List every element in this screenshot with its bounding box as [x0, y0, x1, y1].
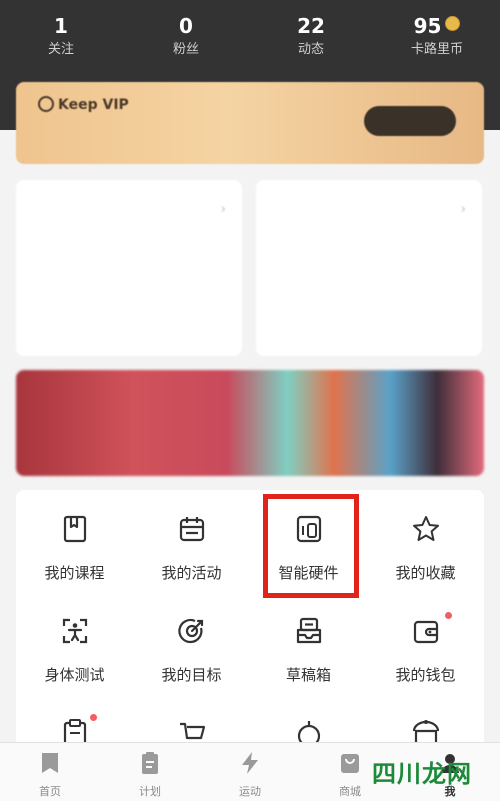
stat-value: 0	[179, 14, 193, 38]
shop-bag-icon	[341, 754, 359, 773]
coin-icon	[445, 16, 461, 31]
card-value	[34, 276, 38, 300]
notification-dot	[445, 612, 452, 619]
watermark-text: 四川龙网	[372, 759, 472, 788]
grid-item-my-courses[interactable]: 我的课程	[16, 490, 133, 590]
stat-value-text: 95	[413, 14, 442, 38]
tab-plan[interactable]: 计划	[100, 751, 200, 799]
grid-item-label: 草稿箱	[285, 666, 331, 684]
stat-value: 22	[297, 14, 325, 38]
course-book-icon	[63, 515, 87, 543]
grid-item-wallet[interactable]: 我的钱包	[367, 592, 484, 692]
wallet-icon	[413, 620, 439, 644]
grid-item-label: 身体测试	[44, 666, 105, 684]
tab-home[interactable]: 首页	[0, 751, 100, 799]
tab-label: 首页	[39, 785, 61, 798]
tab-label: 计划	[139, 785, 161, 798]
grid-item-label: 我的目标	[161, 666, 222, 684]
vip-open-button[interactable]	[364, 106, 456, 136]
tab-sports[interactable]: 运动	[200, 751, 300, 799]
body-test-icon	[62, 618, 88, 644]
data-card-right[interactable]: ›	[256, 180, 482, 356]
promo-banner[interactable]	[16, 370, 484, 476]
data-card-left[interactable]: ›	[16, 180, 242, 356]
grid-item-my-activities[interactable]: 我的活动	[133, 490, 250, 590]
grid-item-favorites[interactable]: 我的收藏	[367, 490, 484, 590]
highlight-box	[263, 494, 359, 598]
stat-label: 动态	[297, 42, 324, 57]
grid-item-label: 我的钱包	[395, 666, 456, 684]
membership-banner[interactable]: Keep VIP	[16, 82, 484, 164]
stat-label: 卡路里币	[410, 42, 463, 57]
feature-grid: 我的课程 我的活动 智能硬件 我的收藏 身体测试 我的目标 草稿箱 我的钱包	[16, 490, 484, 750]
stat-followers[interactable]: 0 粉丝	[131, 12, 241, 60]
chevron-right-icon: ›	[220, 202, 226, 217]
plan-clipboard-icon	[142, 752, 158, 774]
drafts-inbox-icon	[296, 617, 322, 644]
card-value	[274, 276, 278, 300]
grid-item-label: 我的活动	[161, 564, 222, 582]
stat-following[interactable]: 1 关注	[6, 12, 116, 60]
stat-label: 关注	[47, 42, 74, 57]
chevron-right-icon: ›	[460, 202, 466, 217]
vip-logo: Keep VIP	[38, 96, 129, 113]
keep-logo-icon	[38, 96, 54, 112]
grid-item-body-test[interactable]: 身体测试	[16, 592, 133, 692]
stat-label: 粉丝	[172, 42, 199, 57]
home-bookmark-icon	[42, 753, 58, 773]
lightning-icon	[242, 752, 258, 774]
stats-row: 1 关注 0 粉丝 22 动态 95 卡路里币	[0, 12, 500, 72]
grid-item-my-goals[interactable]: 我的目标	[133, 592, 250, 692]
grid-item-label: 我的课程	[44, 564, 105, 582]
notification-dot	[90, 714, 97, 721]
calendar-activity-icon	[179, 517, 205, 542]
tab-label: 运动	[239, 785, 261, 798]
vip-title: Keep VIP	[58, 97, 129, 113]
stat-calorie-coins[interactable]: 95 卡路里币	[382, 12, 492, 60]
star-icon	[413, 516, 439, 541]
grid-item-label: 我的收藏	[395, 564, 456, 582]
grid-item-drafts[interactable]: 草稿箱	[250, 592, 367, 692]
target-icon	[178, 618, 204, 644]
stat-value: 1	[54, 14, 68, 38]
stat-value: 95	[382, 12, 492, 40]
stat-posts[interactable]: 22 动态	[256, 12, 366, 60]
